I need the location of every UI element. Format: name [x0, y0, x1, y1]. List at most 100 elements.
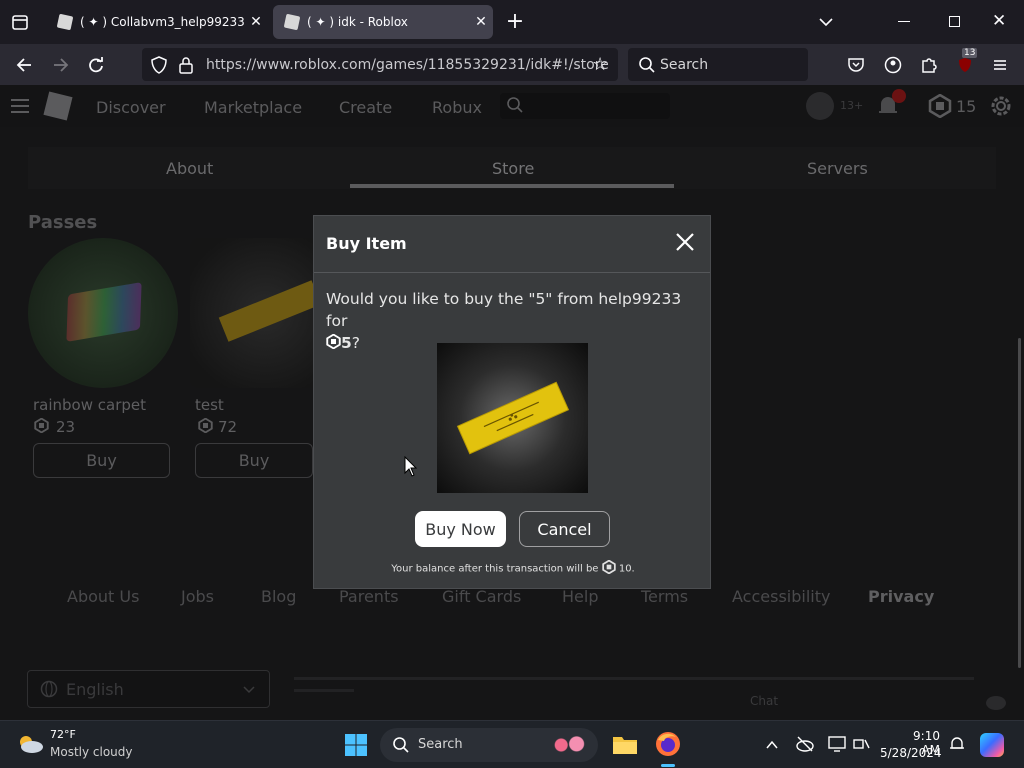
- copyright-text-block: [294, 671, 984, 701]
- file-explorer-icon[interactable]: [612, 733, 638, 755]
- taskbar-search-label: Search: [418, 737, 463, 752]
- product-thumbnail: [437, 343, 588, 493]
- new-tab-button[interactable]: +: [503, 9, 527, 35]
- pass-card[interactable]: rainbow carpet 23: [28, 238, 178, 436]
- clock-date[interactable]: 5/28/2024: [880, 746, 942, 760]
- footer-parents[interactable]: Parents: [339, 587, 399, 606]
- pocket-icon[interactable]: [842, 51, 870, 79]
- footer-jobs[interactable]: Jobs: [181, 587, 214, 606]
- footer-accessibility[interactable]: Accessibility: [732, 587, 830, 606]
- url-bar[interactable]: https://www.roblox.com/games/11855329231…: [142, 48, 618, 81]
- ublock-extension-icon[interactable]: 13: [951, 48, 979, 79]
- nav-discover[interactable]: Discover: [96, 98, 166, 117]
- robux-icon[interactable]: [928, 93, 952, 122]
- message-suffix: ?: [351, 334, 361, 352]
- scrollbar[interactable]: [1018, 338, 1021, 668]
- footer-gift-cards[interactable]: Gift Cards: [442, 587, 521, 606]
- firefox-icon[interactable]: [655, 731, 681, 757]
- weather-condition[interactable]: Mostly cloudy: [50, 745, 133, 759]
- hamburger-icon[interactable]: [10, 98, 30, 118]
- search-highlight-flowers-icon: [548, 734, 592, 756]
- tracking-protection-icon[interactable]: [150, 56, 168, 78]
- pass-price: 23: [56, 418, 76, 436]
- message-prefix: Would you like to buy the "5" from help9…: [326, 290, 682, 330]
- chat-expand-icon[interactable]: [986, 696, 1006, 710]
- tab-list-icon[interactable]: [10, 12, 30, 32]
- close-tab-icon[interactable]: ✕: [469, 14, 493, 30]
- back-icon[interactable]: [10, 51, 38, 79]
- browser-tab-strip: ( ✦ ) Collabvm3_help99233 - Ro ✕ ( ✦ ) i…: [0, 0, 1024, 44]
- weather-temp[interactable]: 72°F: [50, 728, 76, 741]
- tab-about[interactable]: About: [166, 159, 213, 178]
- nav-create[interactable]: Create: [339, 98, 392, 117]
- footer-blog[interactable]: Blog: [261, 587, 296, 606]
- footer-privacy[interactable]: Privacy: [868, 587, 934, 606]
- roblox-favicon-icon: [283, 13, 301, 31]
- robux-icon: [326, 333, 341, 355]
- tab-collabvm[interactable]: ( ✦ ) Collabvm3_help99233 - Ro ✕: [46, 5, 268, 39]
- tab-store[interactable]: Store: [492, 159, 534, 178]
- restore-button[interactable]: [949, 16, 960, 27]
- language-label: English: [66, 680, 124, 699]
- notifications-bell-icon[interactable]: 2: [876, 89, 906, 121]
- extensions-icon[interactable]: [915, 51, 943, 79]
- pass-image: [28, 238, 178, 388]
- buy-button[interactable]: Buy: [195, 443, 313, 478]
- cancel-button[interactable]: Cancel: [519, 511, 610, 547]
- buy-now-button[interactable]: Buy Now: [415, 511, 506, 547]
- copyright-line: [294, 689, 354, 692]
- taskbar-search-box[interactable]: Search: [380, 728, 598, 762]
- list-all-tabs-icon[interactable]: [816, 12, 836, 32]
- reload-icon[interactable]: [82, 51, 110, 79]
- account-icon[interactable]: [879, 51, 907, 79]
- tab-servers[interactable]: Servers: [807, 159, 868, 178]
- roblox-search-input[interactable]: [500, 93, 670, 119]
- network-volume-icon[interactable]: [853, 735, 871, 757]
- footer-terms[interactable]: Terms: [641, 587, 688, 606]
- roblox-top-nav: Discover Marketplace Create Robux 13+ 2 …: [0, 85, 1024, 127]
- tab-idk-roblox[interactable]: ( ✦ ) idk - Roblox ✕: [273, 5, 493, 39]
- search-icon: [506, 96, 524, 118]
- footer-help[interactable]: Help: [562, 587, 598, 606]
- chat-label[interactable]: Chat: [750, 694, 778, 708]
- mouse-cursor-icon: [404, 455, 418, 482]
- display-icon[interactable]: [828, 735, 846, 757]
- globe-icon: [40, 680, 58, 702]
- modal-title: Buy Item: [326, 234, 407, 253]
- buy-item-modal: Buy Item Would you like to buy the "5" f…: [313, 215, 711, 589]
- roblox-favicon-icon: [56, 13, 74, 31]
- balance-after-value: 10.: [618, 563, 635, 575]
- roblox-logo-icon[interactable]: [43, 91, 73, 121]
- robux-icon: [601, 559, 616, 577]
- chevron-up-icon[interactable]: [765, 737, 779, 756]
- buy-button[interactable]: Buy: [33, 443, 170, 478]
- pass-name[interactable]: rainbow carpet: [33, 396, 146, 414]
- copilot-icon[interactable]: [980, 733, 1004, 757]
- forward-icon[interactable]: [47, 51, 75, 79]
- gold-ticket-icon: [456, 381, 570, 455]
- pass-name[interactable]: test: [195, 396, 224, 414]
- nav-robux[interactable]: Robux: [432, 98, 482, 117]
- search-box[interactable]: Search: [628, 48, 808, 81]
- language-select[interactable]: English: [27, 670, 270, 708]
- search-icon: [638, 56, 656, 74]
- close-tab-icon[interactable]: ✕: [244, 14, 268, 30]
- section-title: Passes: [28, 212, 98, 233]
- game-tabs: About Store Servers: [28, 147, 996, 189]
- robux-balance[interactable]: 15: [956, 97, 976, 116]
- bookmark-star-icon[interactable]: ☆: [592, 54, 608, 75]
- settings-gear-icon[interactable]: [988, 93, 1014, 123]
- weather-cloud-icon[interactable]: [16, 733, 44, 759]
- cloud-offline-icon[interactable]: [795, 735, 815, 757]
- minimize-button[interactable]: [898, 21, 910, 22]
- notification-bell-icon[interactable]: [948, 735, 966, 757]
- purchase-price: 5: [341, 334, 352, 352]
- close-icon[interactable]: [672, 229, 698, 255]
- windows-start-icon[interactable]: [344, 733, 368, 757]
- nav-marketplace[interactable]: Marketplace: [204, 98, 302, 117]
- menu-icon[interactable]: [986, 51, 1014, 79]
- avatar-icon[interactable]: [806, 92, 834, 120]
- close-window-button[interactable]: ✕: [992, 11, 1010, 31]
- footer-about-us[interactable]: About Us: [67, 587, 139, 606]
- lock-icon[interactable]: [178, 56, 194, 78]
